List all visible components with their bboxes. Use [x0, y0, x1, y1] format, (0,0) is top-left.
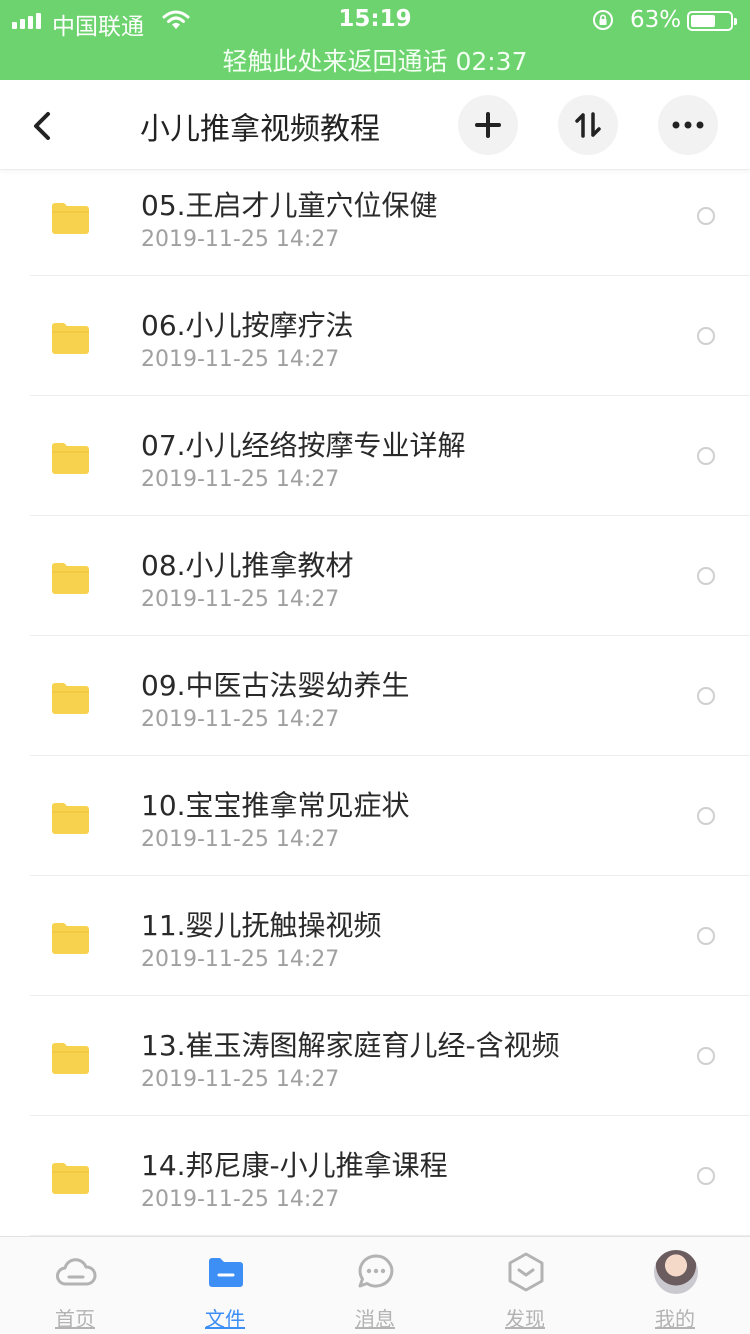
folder-icon [52, 323, 89, 354]
tab-label: 消息 [355, 1307, 395, 1331]
return-to-call-banner[interactable]: 轻触此处来返回通话 02:37 [0, 42, 750, 78]
select-radio[interactable] [697, 927, 715, 945]
file-row[interactable]: 05.王启才儿童穴位保健 2019-11-25 14:27 [0, 170, 750, 276]
file-name: 10.宝宝推拿常见症状 [141, 789, 410, 822]
file-row[interactable]: 11.婴儿抚触操视频 2019-11-25 14:27 [0, 876, 750, 996]
file-date: 2019-11-25 14:27 [141, 1187, 340, 1212]
battery-icon [687, 11, 737, 31]
folder-icon [52, 443, 89, 474]
tab-files[interactable]: 文件 [150, 1237, 300, 1334]
file-date: 2019-11-25 14:27 [141, 467, 340, 492]
file-date: 2019-11-25 14:27 [141, 827, 340, 852]
folder-icon [52, 1043, 89, 1074]
tab-label: 文件 [205, 1307, 245, 1331]
file-name: 09.中医古法婴幼养生 [141, 669, 410, 702]
file-date: 2019-11-25 14:27 [141, 707, 340, 732]
file-date: 2019-11-25 14:27 [141, 1067, 340, 1092]
folder-icon [52, 923, 89, 954]
avatar [654, 1250, 698, 1294]
status-bar: 中国联通 15:19 63% 轻触此处来返回通话 02:37 [0, 0, 750, 80]
file-date: 2019-11-25 14:27 [141, 227, 340, 252]
select-radio[interactable] [697, 447, 715, 465]
nav-bar: 小儿推拿视频教程 [0, 80, 750, 170]
file-list: 05.王启才儿童穴位保健 2019-11-25 14:27 06.小儿按摩疗法 201… [0, 170, 750, 1236]
more-icon [672, 121, 704, 129]
select-radio[interactable] [697, 567, 715, 585]
folder-icon [52, 803, 89, 834]
battery-percent: 63% [630, 7, 682, 33]
file-name: 07.小儿经络按摩专业详解 [141, 429, 466, 462]
folder-icon [52, 563, 89, 594]
folder-icon [52, 1163, 89, 1194]
sort-icon [575, 112, 601, 138]
file-date: 2019-11-25 14:27 [141, 587, 340, 612]
file-row[interactable]: 07.小儿经络按摩专业详解 2019-11-25 14:27 [0, 396, 750, 516]
file-name: 05.王启才儿童穴位保健 [141, 189, 438, 222]
select-radio[interactable] [697, 327, 715, 345]
tab-label: 我的 [655, 1307, 695, 1331]
file-row[interactable]: 08.小儿推拿教材 2019-11-25 14:27 [0, 516, 750, 636]
tab-bar: 首页 文件 消息 发现 我的 [0, 1236, 750, 1334]
folder-icon [52, 203, 89, 234]
page-title: 小儿推拿视频教程 [140, 112, 380, 147]
file-name: 06.小儿按摩疗法 [141, 309, 354, 342]
add-button[interactable] [458, 95, 518, 155]
folder-icon [52, 683, 89, 714]
folder-icon [209, 1258, 243, 1287]
sort-button[interactable] [558, 95, 618, 155]
file-row[interactable]: 14.邦尼康-小儿推拿课程 2019-11-25 14:27 [0, 1116, 750, 1236]
tab-discover[interactable]: 发现 [450, 1237, 600, 1334]
file-row[interactable]: 13.崔玉涛图解家庭育儿经-含视频 2019-11-25 14:27 [0, 996, 750, 1116]
file-row[interactable]: 06.小儿按摩疗法 2019-11-25 14:27 [0, 276, 750, 396]
add-icon [475, 112, 501, 138]
file-name: 11.婴儿抚触操视频 [141, 909, 382, 942]
tab-messages[interactable]: 消息 [300, 1237, 450, 1334]
chat-icon [358, 1254, 394, 1288]
tab-label: 首页 [55, 1307, 95, 1331]
more-button[interactable] [658, 95, 718, 155]
select-radio[interactable] [697, 1167, 715, 1185]
file-name: 14.邦尼康-小儿推拿课程 [141, 1149, 448, 1182]
select-radio[interactable] [697, 207, 715, 225]
file-row[interactable]: 09.中医古法婴幼养生 2019-11-25 14:27 [0, 636, 750, 756]
back-icon[interactable] [24, 104, 64, 148]
tab-profile[interactable]: 我的 [600, 1237, 750, 1334]
select-radio[interactable] [697, 1047, 715, 1065]
tab-home[interactable]: 首页 [0, 1237, 150, 1334]
select-radio[interactable] [697, 807, 715, 825]
file-row[interactable]: 10.宝宝推拿常见症状 2019-11-25 14:27 [0, 756, 750, 876]
tab-label: 发现 [505, 1307, 545, 1331]
discover-icon [508, 1252, 544, 1292]
file-date: 2019-11-25 14:27 [141, 347, 340, 372]
file-name: 13.崔玉涛图解家庭育儿经-含视频 [141, 1029, 560, 1062]
rotation-lock-icon [593, 10, 613, 30]
cloud-icon [56, 1258, 97, 1286]
select-radio[interactable] [697, 687, 715, 705]
file-name: 08.小儿推拿教材 [141, 549, 354, 582]
file-date: 2019-11-25 14:27 [141, 947, 340, 972]
